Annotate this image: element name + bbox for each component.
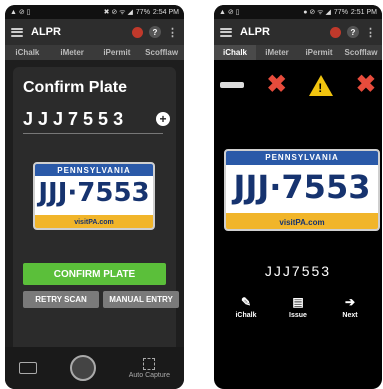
plate-photo: PENNSYLVANIA JJJ·7553 visitPA.com — [224, 149, 380, 231]
status-bar: ▲ ⊘ ▯ ✖ ⊘ ᯤ ◢ 77% 2:54 PM — [5, 5, 184, 19]
close-icon[interactable]: ✖ — [267, 73, 287, 97]
more-options-icon[interactable]: ⋮ — [167, 26, 178, 39]
auto-capture-label: Auto Capture — [128, 371, 170, 379]
document-icon: ▤ — [292, 295, 304, 309]
tab-ipermit[interactable]: iPermit — [95, 45, 140, 60]
status-icons-right: ✖ ⊘ ᯤ ◢ — [103, 8, 133, 16]
nav-label: iChalk — [235, 312, 257, 319]
tab-ichalk[interactable]: iChalk — [214, 45, 256, 60]
tab-scofflaw[interactable]: Scofflaw — [139, 45, 184, 60]
next-action[interactable]: ➔ Next — [330, 295, 370, 319]
warning-icon[interactable]: ! — [309, 74, 334, 96]
pencil-icon: ✎ — [240, 295, 252, 309]
tab-ichalk[interactable]: iChalk — [5, 45, 50, 60]
menu-icon[interactable] — [220, 27, 232, 37]
plate-state: PENNSYLVANIA — [265, 153, 339, 163]
clock: 2:54 PM — [152, 8, 179, 16]
alert-badge-icon[interactable] — [330, 26, 341, 38]
tab-scofflaw[interactable]: Scofflaw — [340, 45, 382, 60]
nav-label: Issue — [289, 312, 307, 319]
tab-imeter[interactable]: iMeter — [256, 45, 298, 60]
camera-bar: Auto Capture — [5, 347, 184, 389]
tab-imeter[interactable]: iMeter — [50, 45, 95, 60]
tab-bar: iChalk iMeter iPermit Scofflaw — [5, 45, 184, 60]
add-character-icon[interactable]: + — [156, 112, 170, 126]
plate-photo: PENNSYLVANIA JJJ·7553 visitPA.com — [33, 162, 155, 230]
arrow-right-icon: ➔ — [344, 295, 356, 309]
help-icon[interactable]: ? — [347, 26, 359, 38]
plate-state: PENNSYLVANIA — [57, 165, 131, 175]
status-icons-left: ▲ ⊘ ▯ — [10, 9, 31, 16]
app-bar: ALPR ? ⋮ — [5, 19, 184, 45]
status-icons-right: ● ⊘ ᯤ ◢ — [303, 8, 331, 16]
close-icon[interactable]: ✖ — [356, 73, 376, 97]
app-bar: ALPR ? ⋮ — [214, 19, 382, 45]
tab-ipermit[interactable]: iPermit — [298, 45, 340, 60]
dialog-title: Confirm Plate — [23, 79, 128, 96]
alert-badge-icon[interactable] — [132, 26, 143, 38]
plate-number: JJJ·7553 — [38, 178, 150, 209]
confirm-plate-button[interactable]: CONFIRM PLATE — [23, 263, 166, 285]
app-title: ALPR — [31, 26, 61, 38]
more-options-icon[interactable]: ⋮ — [365, 26, 376, 39]
status-actions-row: ✖ ! ✖ — [220, 71, 376, 99]
retry-scan-button[interactable]: RETRY SCAN — [23, 291, 99, 308]
help-icon[interactable]: ? — [149, 26, 161, 38]
minus-icon[interactable] — [220, 82, 244, 88]
status-icons-left: ▲ ⊘ ▯ — [219, 9, 240, 16]
app-title: ALPR — [240, 26, 270, 38]
shutter-button[interactable] — [69, 355, 96, 381]
battery-level: 77% — [333, 8, 348, 16]
plate-characters-input[interactable]: JJJ7553 — [23, 109, 128, 130]
phone-screen-result: ▲ ⊘ ▯ ● ⊘ ᯤ ◢ 77% 2:51 PM ALPR ? ⋮ iChal… — [214, 5, 382, 389]
battery-level: 77% — [135, 8, 150, 16]
status-bar: ▲ ⊘ ▯ ● ⊘ ᯤ ◢ 77% 2:51 PM — [214, 5, 382, 19]
menu-icon[interactable] — [11, 27, 23, 37]
nav-label: Next — [342, 312, 358, 319]
phone-screen-confirm: ▲ ⊘ ▯ ✖ ⊘ ᯤ ◢ 77% 2:54 PM ALPR ? ⋮ iChal… — [5, 5, 184, 389]
issue-action[interactable]: ▤ Issue — [278, 295, 318, 319]
keyboard-icon[interactable] — [19, 362, 37, 374]
clock: 2:51 PM — [350, 8, 377, 16]
ichalk-action[interactable]: ✎ iChalk — [226, 295, 266, 319]
recognized-plate-text: JJJ7553 — [264, 263, 332, 279]
tab-bar: iChalk iMeter iPermit Scofflaw — [214, 45, 382, 60]
action-nav: ✎ iChalk ▤ Issue ➔ Next — [220, 295, 376, 319]
confirm-plate-dialog: Confirm Plate JJJ7553 + PENNSYLVANIA JJJ… — [13, 67, 179, 361]
input-underline — [23, 133, 163, 134]
auto-capture-toggle[interactable]: Auto Capture — [128, 357, 170, 379]
plate-website: visitPA.com — [74, 219, 114, 227]
manual-entry-button[interactable]: MANUAL ENTRY — [103, 291, 179, 308]
auto-capture-icon — [143, 357, 156, 370]
plate-website: visitPA.com — [279, 217, 325, 227]
plate-number: JJJ·7553 — [233, 168, 371, 207]
